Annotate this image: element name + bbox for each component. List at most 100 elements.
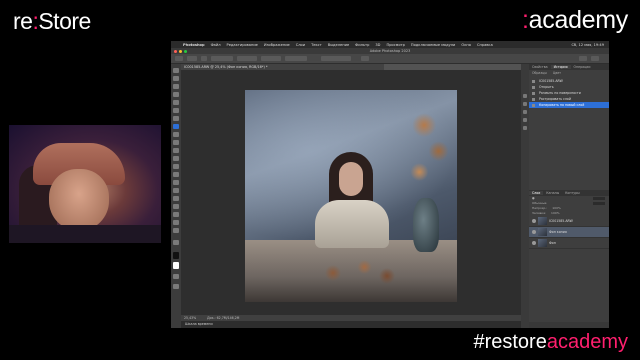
brush-preset-icon[interactable]	[201, 56, 207, 61]
zoom-level[interactable]: 25,43%	[184, 316, 196, 320]
flow-field[interactable]	[261, 56, 281, 61]
quick-select-tool-icon[interactable]	[173, 92, 179, 97]
mode-select[interactable]	[211, 56, 233, 61]
visibility-eye-icon[interactable]	[532, 230, 536, 234]
opacity-value[interactable]: 100%	[552, 206, 561, 210]
menu-item-3d[interactable]: 3D	[375, 43, 380, 47]
photo-leaves	[315, 258, 405, 288]
tab-paths[interactable]: Контуры	[562, 191, 583, 195]
layer-row[interactable]: IC001585.ARW	[529, 216, 609, 227]
menu-item-edit[interactable]: Редактирование	[227, 43, 258, 47]
history-item-selected[interactable]: Копировать на новый слой	[529, 102, 609, 108]
timeline-label[interactable]: Шкала времени	[185, 322, 213, 326]
blur-tool-icon[interactable]	[173, 172, 179, 177]
menu-item-plugins[interactable]: Подключаемые модули	[411, 43, 455, 47]
brushes-panel-icon[interactable]	[523, 126, 527, 130]
filter-kind-icon[interactable]: ●	[532, 196, 535, 200]
brand-right-colon: :	[522, 6, 529, 34]
tab-properties[interactable]: Свойства	[529, 65, 551, 69]
clone-stamp-tool-icon[interactable]	[173, 140, 179, 145]
brand-left-part-b: Store	[38, 8, 91, 34]
brush-tool-icon[interactable]	[173, 132, 179, 137]
hashtag-part-b: academy	[546, 331, 628, 353]
menu-item-layers[interactable]: Слои	[296, 43, 305, 47]
eyedropper-tool-icon[interactable]	[173, 116, 179, 121]
zoom-tool-icon[interactable]	[173, 228, 179, 233]
marquee-tool-icon[interactable]	[173, 76, 179, 81]
background-color-swatch[interactable]	[173, 262, 179, 269]
sample-select[interactable]	[321, 56, 351, 61]
opacity-field[interactable]	[237, 56, 257, 61]
healing-brush-tool-icon[interactable]	[173, 124, 179, 129]
tool-preset-picker[interactable]	[187, 56, 197, 61]
menu-item-window[interactable]: Окно	[461, 43, 471, 47]
brand-left-part-a: re	[13, 8, 33, 34]
smoothing-field[interactable]	[285, 56, 307, 61]
home-icon[interactable]	[175, 56, 183, 61]
macos-menu-bar: Photoshop Файл Редактирование Изображени…	[171, 41, 609, 48]
menu-item-filter[interactable]: Фильтр	[355, 43, 369, 47]
more-tools-icon[interactable]	[173, 240, 179, 245]
layer-row-selected[interactable]: Фон копия	[529, 227, 609, 238]
canvas-area[interactable]	[181, 70, 521, 315]
tab-layers[interactable]: Слои	[529, 191, 544, 195]
layer-name: IC001585.ARW	[549, 219, 573, 223]
history-brush-tool-icon[interactable]	[173, 148, 179, 153]
brand-logo-left: re:Store	[13, 8, 91, 35]
libraries-panel-icon[interactable]	[523, 118, 527, 122]
dodge-tool-icon[interactable]	[173, 180, 179, 185]
photo-subject-body	[315, 200, 389, 248]
fill-value[interactable]: 100%	[551, 211, 560, 215]
move-tool-icon[interactable]	[173, 68, 179, 73]
opacity-box[interactable]	[593, 202, 605, 205]
menu-item-type[interactable]: Текст	[311, 43, 322, 47]
crop-tool-icon[interactable]	[173, 100, 179, 105]
pressure-icon[interactable]	[361, 56, 369, 61]
shape-tool-icon[interactable]	[173, 212, 179, 217]
screen-mode-icon[interactable]	[173, 284, 179, 289]
workspace-icon[interactable]	[591, 56, 599, 61]
properties-panel-icon[interactable]	[523, 102, 527, 106]
menu-item-help[interactable]: Справка	[477, 43, 493, 47]
history-item-label: Размыть по поверхности	[539, 91, 581, 95]
layer-thumbnail	[538, 239, 547, 247]
adjustments-panel-icon[interactable]	[523, 110, 527, 114]
lasso-tool-icon[interactable]	[173, 84, 179, 89]
photo-vase	[413, 198, 439, 252]
eraser-tool-icon[interactable]	[173, 156, 179, 161]
tab-color[interactable]: Цвет	[550, 71, 564, 75]
blend-mode-select[interactable]: Обычные	[532, 201, 547, 205]
gradient-tool-icon[interactable]	[173, 164, 179, 169]
webcam-feed	[9, 125, 161, 243]
foreground-color-swatch[interactable]	[173, 252, 179, 259]
pen-tool-icon[interactable]	[173, 188, 179, 193]
menu-item-select[interactable]: Выделение	[328, 43, 349, 47]
menu-item-view[interactable]: Просмотр	[386, 43, 404, 47]
layer-row[interactable]: Фон	[529, 238, 609, 249]
layers-panel-footer	[529, 322, 609, 328]
tab-actions[interactable]: Операции	[571, 65, 594, 69]
options-bar	[171, 54, 609, 64]
history-panel-icon[interactable]	[523, 94, 527, 98]
opacity-label: Непрозр.:	[532, 206, 548, 210]
tab-channels[interactable]: Каналы	[543, 191, 562, 195]
layer-name: Фон копия	[549, 230, 567, 234]
tab-swatches[interactable]: Образцы	[529, 71, 550, 75]
tab-history[interactable]: История	[550, 65, 571, 69]
frame-tool-icon[interactable]	[173, 108, 179, 113]
type-tool-icon[interactable]	[173, 196, 179, 201]
hand-tool-icon[interactable]	[173, 220, 179, 225]
search-icon[interactable]	[579, 56, 587, 61]
brand-right-part-b: academy	[528, 6, 629, 34]
menu-app-name[interactable]: Photoshop	[183, 43, 205, 47]
quick-mask-icon[interactable]	[173, 274, 179, 279]
path-select-tool-icon[interactable]	[173, 204, 179, 209]
visibility-eye-icon[interactable]	[532, 241, 536, 245]
visibility-eye-icon[interactable]	[532, 219, 536, 223]
webcam-face	[49, 169, 109, 231]
menu-item-file[interactable]: Файл	[211, 43, 221, 47]
layer-filter-toggles[interactable]	[593, 197, 605, 200]
timeline-panel: Шкала времени	[181, 321, 525, 328]
document-photo[interactable]	[245, 90, 457, 302]
menu-item-image[interactable]: Изображение	[264, 43, 290, 47]
